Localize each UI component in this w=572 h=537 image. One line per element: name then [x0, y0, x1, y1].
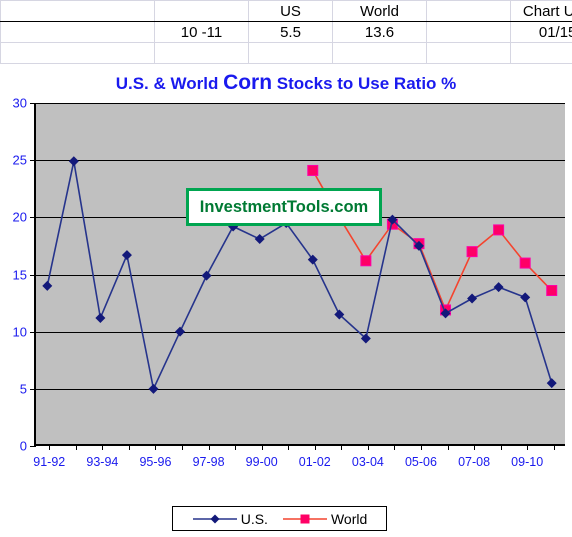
x-axis-label-09-10: 09-10 — [511, 455, 544, 469]
legend-item-us: U.S. — [192, 511, 268, 527]
chart-title-part-2: Stocks to Use Ratio % — [272, 74, 457, 93]
value-cell-blank-2 — [426, 21, 511, 43]
x-axis-label-99-00: 99-00 — [245, 455, 278, 469]
empty-cell-4 — [332, 42, 427, 64]
legend-world-label: World — [330, 510, 368, 527]
x-axis-label-05-06: 05-06 — [404, 455, 437, 469]
series-layer — [42, 156, 558, 394]
y-axis-label-30: 30 — [12, 95, 27, 111]
legend-us-label: U.S. — [240, 510, 268, 527]
data-point-us-10-11 — [546, 378, 557, 389]
data-point-us-09-10 — [520, 292, 531, 303]
header-cell-chart-update: Chart Update — [510, 0, 572, 22]
chart-title-commodity: Corn — [223, 71, 273, 94]
y-axis-label-15: 15 — [12, 267, 27, 282]
chart-title: U.S. & World Corn Stocks to Use Ratio % — [0, 71, 572, 95]
data-point-world-09-10 — [519, 257, 531, 269]
empty-cell-1 — [0, 42, 155, 64]
data-point-world-10-11 — [546, 285, 558, 297]
value-cell-world: 13.6 — [332, 21, 427, 43]
empty-cell-2 — [154, 42, 249, 64]
data-point-us-91-92 — [42, 280, 53, 291]
empty-cell-6 — [510, 42, 572, 64]
watermark-badge: InvestmentTools.com — [186, 188, 382, 226]
y-axis-label-25: 25 — [12, 152, 27, 168]
data-point-us-92-93 — [68, 156, 79, 167]
x-axis-label-95-96: 95-96 — [139, 455, 172, 469]
legend-world-marker-icon — [282, 514, 327, 523]
data-point-world-08-09 — [493, 224, 505, 236]
data-point-us-93-94 — [95, 312, 106, 323]
y-axis-label-0: 0 — [19, 438, 27, 454]
empty-cell-3 — [248, 42, 333, 64]
data-point-us-07-08 — [467, 293, 478, 304]
x-axis-label-03-04: 03-04 — [351, 455, 384, 469]
value-cell-us: 5.5 — [248, 21, 333, 43]
data-point-us-95-96 — [148, 383, 159, 394]
table-empty-row — [0, 42, 572, 64]
data-point-us-08-09 — [493, 282, 504, 293]
value-cell-blank-1 — [0, 21, 155, 43]
x-axis-label-93-94: 93-94 — [86, 455, 119, 469]
data-point-us-94-95 — [121, 250, 132, 261]
data-point-world-01-02 — [307, 164, 319, 176]
x-axis-label-97-98: 97-98 — [192, 455, 225, 469]
header-cell-blank-2 — [426, 0, 511, 22]
watermark-label: InvestmentTools.com — [199, 197, 369, 216]
header-cell-us: US — [248, 0, 333, 22]
x-axis-label-01-02: 01-02 — [298, 455, 331, 469]
legend-item-world: World — [282, 511, 367, 527]
x-axis-label-91-92: 91-92 — [33, 455, 66, 469]
y-axis-label-5: 5 — [19, 381, 27, 397]
header-cell-season — [154, 0, 249, 22]
header-cell-world: World — [332, 0, 427, 22]
chart-title-part-1: U.S. & World — [115, 74, 224, 93]
table-header-row: US World Chart Update — [0, 0, 572, 22]
table-value-row: 10 -11 5.5 13.6 01/15/11 — [0, 21, 572, 43]
empty-cell-5 — [426, 42, 511, 64]
data-point-world-07-08 — [466, 246, 478, 258]
legend-us-marker-icon — [192, 514, 237, 523]
y-tick-0 — [30, 446, 36, 447]
data-point-world-03-04 — [360, 255, 372, 267]
data-summary-table: US World Chart Update 10 -11 5.5 13.6 01… — [0, 0, 572, 64]
y-axis-label-20: 20 — [12, 209, 27, 225]
data-point-us-97-98 — [201, 270, 212, 281]
data-point-us-96-97 — [175, 326, 186, 337]
header-cell-blank-1 — [0, 0, 155, 22]
data-point-us-99-00 — [254, 234, 265, 245]
x-axis-label-07-08: 07-08 — [458, 455, 491, 469]
y-axis-label-10: 10 — [12, 324, 27, 340]
value-cell-season: 10 -11 — [154, 21, 249, 43]
chart-container: U.S. & World Corn Stocks to Use Ratio % … — [0, 64, 572, 524]
value-cell-chart-update: 01/15/11 — [510, 21, 572, 43]
chart-legend: U.S. World — [172, 506, 387, 531]
